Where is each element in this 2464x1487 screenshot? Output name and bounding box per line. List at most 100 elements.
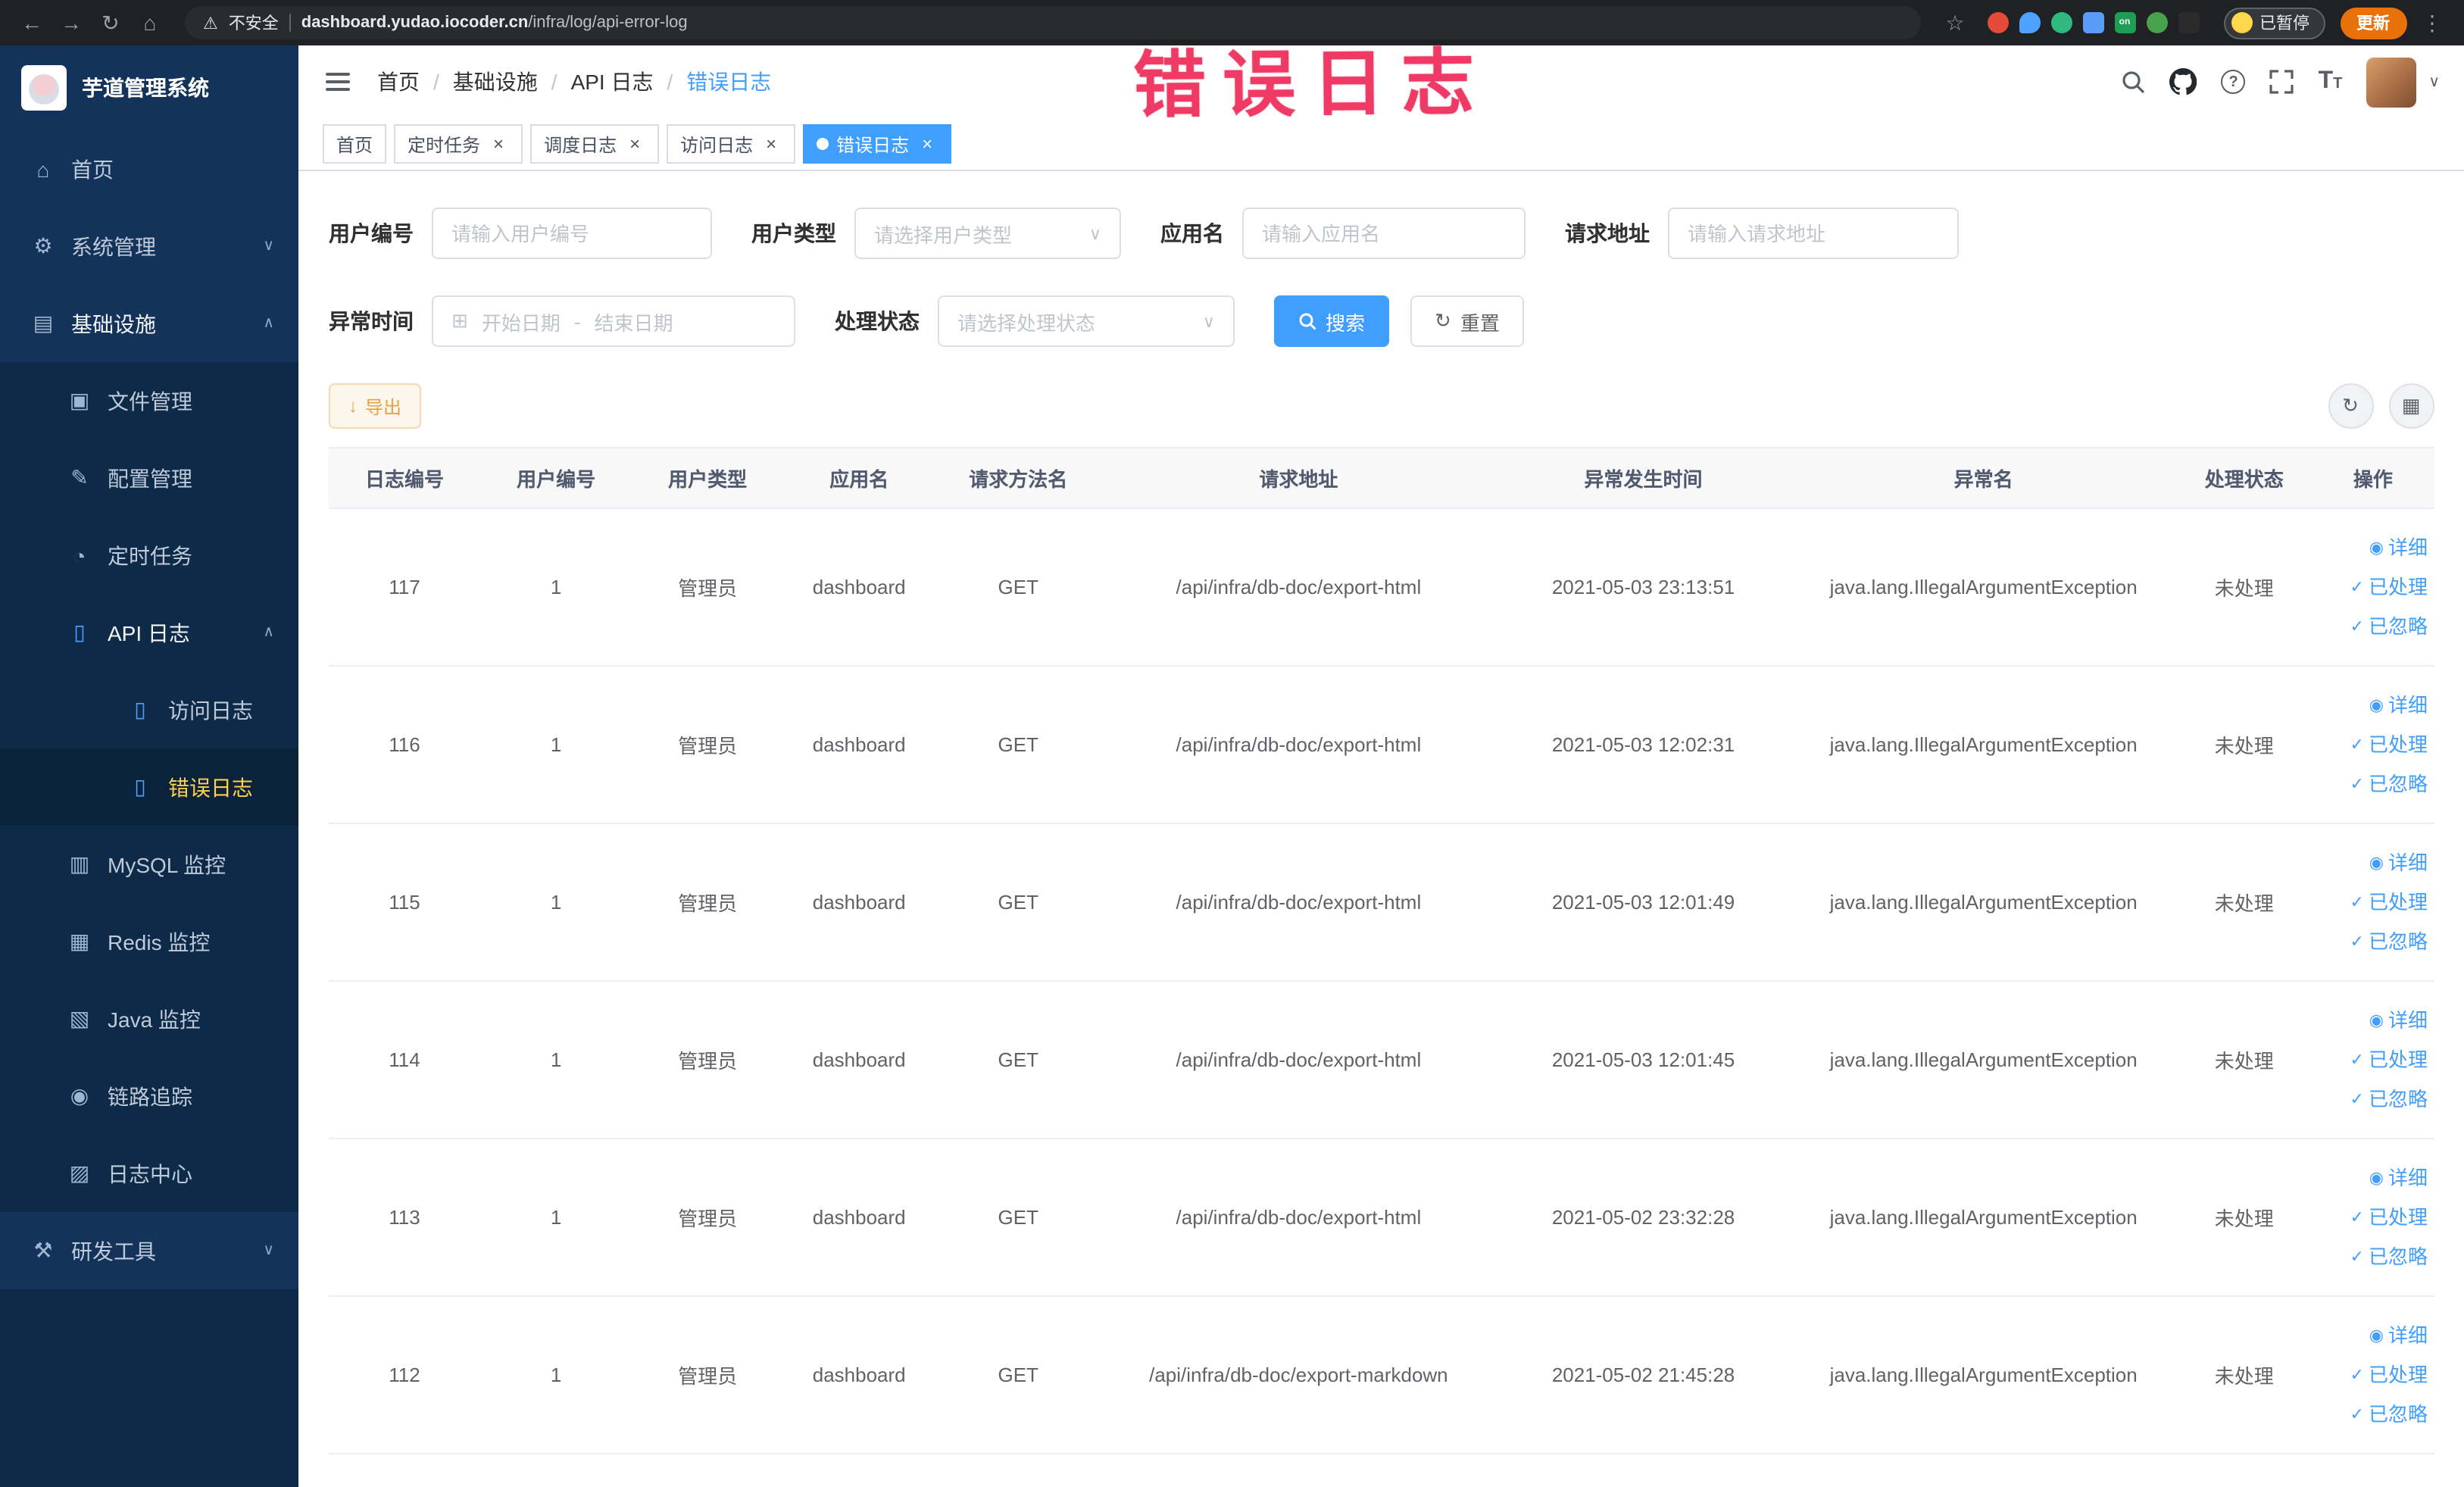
column-settings-button[interactable]: ▦ xyxy=(2388,383,2434,429)
sidebar-item-java-monitor[interactable]: ▧ Java 监控 xyxy=(0,980,298,1057)
extension-icon[interactable] xyxy=(2178,12,2199,33)
close-icon[interactable]: × xyxy=(760,133,782,155)
breadcrumb-infrastructure[interactable]: 基础设施 xyxy=(453,67,538,97)
detail-link[interactable]: ◉ 详细 xyxy=(2369,528,2428,567)
detail-link[interactable]: ◉ 详细 xyxy=(2369,686,2428,725)
ignored-link[interactable]: ✓ 已忽略 xyxy=(2350,607,2428,646)
processed-link[interactable]: ✓ 已处理 xyxy=(2350,1040,2428,1079)
refresh-icon: ↻ xyxy=(1435,309,1451,332)
processed-link[interactable]: ✓ 已处理 xyxy=(2350,1355,2428,1395)
processed-link[interactable]: ✓ 已处理 xyxy=(2350,567,2428,607)
font-size-icon[interactable]: TT xyxy=(2319,68,2343,95)
process-status-select[interactable]: 请选择处理状态 ∨ xyxy=(938,295,1235,347)
export-button[interactable]: ↓ 导出 xyxy=(329,383,422,429)
app-name-input[interactable] xyxy=(1242,208,1526,259)
reset-button[interactable]: ↻ 重置 xyxy=(1410,295,1524,347)
request-url-input[interactable] xyxy=(1668,208,1959,259)
menu-collapse-icon[interactable] xyxy=(323,67,353,97)
processed-link[interactable]: ✓ 已处理 xyxy=(2350,1198,2428,1237)
breadcrumb-api-log[interactable]: API 日志 xyxy=(571,67,654,97)
sidebar-item-file-management[interactable]: ▣ 文件管理 xyxy=(0,362,298,439)
processed-link[interactable]: ✓ 已处理 xyxy=(2350,725,2428,764)
cell-method: GET xyxy=(935,666,1102,824)
tab-error-log[interactable]: 错误日志 × xyxy=(803,124,952,164)
sidebar-item-config-management[interactable]: ✎ 配置管理 xyxy=(0,439,298,517)
tab-access-log[interactable]: 访问日志 × xyxy=(667,124,796,164)
ignored-link[interactable]: ✓ 已忽略 xyxy=(2350,764,2428,804)
tab-scheduled-tasks[interactable]: 定时任务 × xyxy=(394,124,523,164)
breadcrumb-current: 错误日志 xyxy=(686,70,772,94)
ignored-link[interactable]: ✓ 已忽略 xyxy=(2350,1395,2428,1434)
home-icon[interactable]: ⌂ xyxy=(133,6,167,39)
reload-icon[interactable]: ↻ xyxy=(94,6,127,39)
detail-link[interactable]: ◉ 详细 xyxy=(2369,843,2428,883)
sidebar-item-redis-monitor[interactable]: ▦ Redis 监控 xyxy=(0,903,298,980)
ignored-link[interactable]: ✓ 已忽略 xyxy=(2350,1079,2428,1119)
download-icon: ↓ xyxy=(348,395,358,417)
filter-user-type: 用户类型 请选择用户类型 ∨ xyxy=(751,208,1121,259)
profile-paused-badge[interactable]: 已暂停 xyxy=(2223,7,2325,39)
check-icon: ✓ xyxy=(2350,1405,2364,1423)
app-logo[interactable]: 芋道管理系统 xyxy=(0,45,298,130)
menu-label: Redis 监控 xyxy=(108,929,211,954)
extension-icon[interactable] xyxy=(2146,12,2167,33)
date-range-picker[interactable]: ⊞ 开始日期 - 结束日期 xyxy=(432,295,795,347)
tab-label: 错误日志 xyxy=(836,134,910,155)
bookmark-star-icon[interactable]: ☆ xyxy=(1938,6,1972,39)
user-type-select[interactable]: 请选择用户类型 ∨ xyxy=(854,208,1121,259)
ignored-link[interactable]: ✓ 已忽略 xyxy=(2350,1237,2428,1276)
sidebar-item-log-center[interactable]: ▨ 日志中心 xyxy=(0,1135,298,1212)
breadcrumb-home[interactable]: 首页 xyxy=(377,67,420,97)
chevron-up-icon: ∧ xyxy=(263,315,274,332)
chrome-menu-icon[interactable]: ⋮ xyxy=(2416,6,2449,39)
cell-user-id: 1 xyxy=(480,666,632,824)
extension-icon[interactable] xyxy=(2050,12,2072,33)
ignored-label: 已忽略 xyxy=(2368,614,2428,637)
update-button[interactable]: 更新 xyxy=(2340,7,2406,39)
close-icon[interactable]: × xyxy=(917,133,938,155)
close-icon[interactable]: × xyxy=(624,133,645,155)
refresh-button[interactable]: ↻ xyxy=(2328,383,2373,429)
sidebar-item-dev-tools[interactable]: ⚒ 研发工具 ∨ xyxy=(0,1212,298,1289)
back-icon[interactable]: ← xyxy=(15,6,48,39)
sidebar-item-api-log[interactable]: ▯ API 日志 ∧ xyxy=(0,594,298,671)
forward-icon[interactable]: → xyxy=(55,6,88,39)
extension-icon[interactable] xyxy=(1987,12,2008,33)
sidebar-item-mysql-monitor[interactable]: ▥ MySQL 监控 xyxy=(0,826,298,903)
avatar-caret-icon[interactable]: ∨ xyxy=(2428,73,2440,90)
detail-link[interactable]: ◉ 详细 xyxy=(2369,1001,2428,1040)
tab-home[interactable]: 首页 xyxy=(323,124,387,164)
sidebar-item-system-management[interactable]: ⚙ 系统管理 ∨ xyxy=(0,208,298,285)
user-avatar[interactable] xyxy=(2366,57,2417,107)
sidebar-item-infrastructure[interactable]: ▤ 基础设施 ∧ xyxy=(0,285,298,362)
tab-schedule-log[interactable]: 调度日志 × xyxy=(530,124,660,164)
processed-link[interactable]: ✓ 已处理 xyxy=(2350,883,2428,922)
sidebar-item-scheduled-tasks[interactable]: ◔ 定时任务 xyxy=(0,517,298,594)
fullscreen-icon[interactable] xyxy=(2269,70,2294,94)
close-icon[interactable]: × xyxy=(488,133,509,155)
extension-icon[interactable] xyxy=(2019,12,2040,33)
user-id-input[interactable] xyxy=(432,208,712,259)
document-icon: ▯ xyxy=(134,697,146,721)
extension-icon[interactable] xyxy=(2082,12,2103,33)
col-method: 请求方法名 xyxy=(935,447,1102,509)
github-icon[interactable] xyxy=(2169,68,2197,95)
search-icon[interactable] xyxy=(2122,70,2146,94)
sidebar-item-home[interactable]: ⌂ 首页 xyxy=(0,130,298,208)
sidebar-item-access-log[interactable]: ▯ 访问日志 xyxy=(0,671,298,748)
cell-request-url: /api/infra/db-doc/export-markdown xyxy=(1101,1296,1496,1454)
sidebar-item-error-log[interactable]: ▯ 错误日志 xyxy=(0,748,298,826)
extension-icon[interactable]: on xyxy=(2114,12,2135,33)
ignored-link[interactable]: ✓ 已忽略 xyxy=(2350,922,2428,961)
detail-link[interactable]: ◉ 详细 xyxy=(2369,1316,2428,1355)
detail-link[interactable]: ◉ 详细 xyxy=(2369,1158,2428,1198)
detail-label: 详细 xyxy=(2387,693,2428,716)
filter-request-url: 请求地址 xyxy=(1565,208,1959,259)
address-bar[interactable]: ⚠ 不安全 dashboard.yudao.iocoder.cn/infra/l… xyxy=(185,6,1920,39)
help-icon[interactable]: ? xyxy=(2221,70,2246,94)
log-icon: ▨ xyxy=(69,1161,90,1185)
sidebar-item-link-tracing[interactable]: ◉ 链路追踪 xyxy=(0,1057,298,1135)
search-button[interactable]: 搜索 xyxy=(1274,295,1390,347)
menu-label: 错误日志 xyxy=(168,775,253,799)
cell-app-name: dashboard xyxy=(783,508,935,667)
